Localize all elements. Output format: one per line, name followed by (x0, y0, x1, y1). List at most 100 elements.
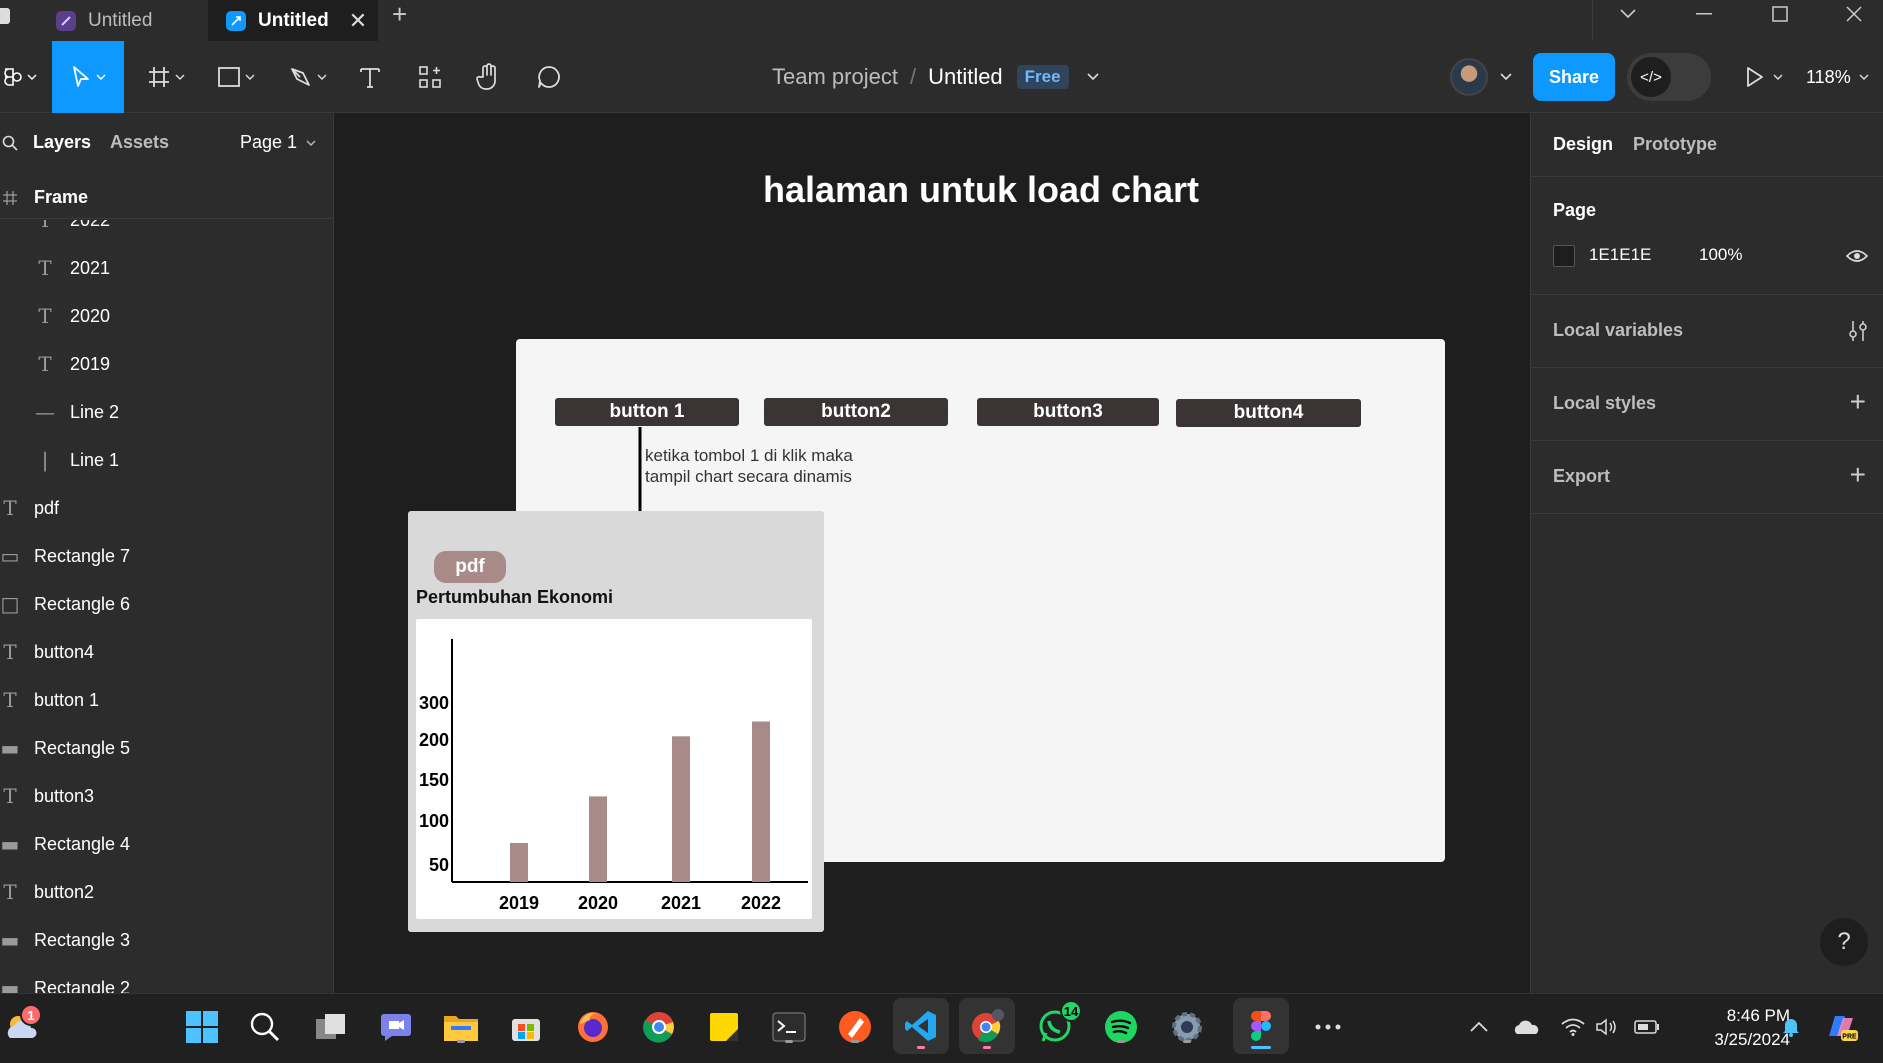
layer-item[interactable]: ▬ Rectangle 5 (0, 724, 333, 772)
close-window-icon[interactable] (1834, 0, 1874, 28)
whatsapp-icon[interactable]: 14 (1034, 1000, 1082, 1048)
layer-item[interactable]: Tbutton3 (0, 772, 333, 820)
weather-icon[interactable]: 1 (2, 1004, 44, 1048)
battery-icon[interactable] (1626, 1006, 1668, 1048)
chrome-profile-icon[interactable] (959, 998, 1015, 1054)
tab-assets[interactable]: Assets (110, 132, 169, 153)
layer-item[interactable]: T 2019 (0, 340, 333, 388)
pen-app-icon[interactable] (834, 1006, 876, 1048)
sticky-notes-icon[interactable] (703, 1006, 745, 1048)
layer-item[interactable]: ▬ Rectangle 4 (0, 820, 333, 868)
button-2[interactable]: button2 (764, 398, 948, 426)
frame-icon (149, 67, 169, 87)
button-1[interactable]: button 1 (555, 398, 739, 426)
move-tool[interactable] (52, 41, 124, 113)
task-view-icon[interactable] (310, 1006, 352, 1048)
page-selector[interactable]: Page 1 (240, 132, 316, 153)
copilot-icon[interactable]: PRE (1820, 1006, 1862, 1048)
add-style-icon[interactable]: + (1850, 388, 1866, 416)
terminal-icon[interactable] (768, 1006, 810, 1048)
windows-start-icon[interactable] (181, 1006, 223, 1048)
comment-tool[interactable] (528, 41, 570, 113)
file-name[interactable]: Untitled (928, 64, 1003, 90)
layer-item[interactable]: □ Rectangle 6 (0, 580, 333, 628)
minimize-icon[interactable] (1684, 0, 1724, 28)
tab-untitled-2[interactable]: Untitled ✕ (208, 0, 378, 41)
resources-tool[interactable] (410, 41, 450, 113)
dev-mode-toggle[interactable]: </> (1627, 53, 1711, 101)
hand-tool[interactable] (468, 41, 510, 113)
add-export-icon[interactable]: + (1850, 461, 1866, 489)
firefox-icon[interactable] (572, 1006, 614, 1048)
tab-design[interactable]: Design (1553, 134, 1613, 155)
layer-item[interactable]: | Line 1 (0, 436, 333, 484)
text-tool[interactable] (350, 41, 390, 113)
tab-untitled-1[interactable]: Untitled (34, 0, 208, 41)
search-icon[interactable] (244, 1006, 286, 1048)
shape-tool[interactable] (210, 41, 262, 113)
pen-tool[interactable] (282, 41, 334, 113)
layer-frame[interactable]: Frame (0, 177, 333, 219)
running-indicator (1183, 1040, 1191, 1043)
vscode-icon[interactable] (893, 998, 949, 1054)
present-button[interactable] (1740, 41, 1788, 113)
canvas[interactable]: halaman untuk load chart button 1 button… (335, 113, 1530, 993)
button-4[interactable]: button4 (1176, 399, 1361, 427)
running-indicator (1117, 1040, 1125, 1043)
local-variables-section[interactable]: Local variables (1531, 295, 1883, 368)
local-styles-section[interactable]: Local styles + (1531, 368, 1883, 441)
layer-item[interactable]: Tbutton 1 (0, 676, 333, 724)
page-opacity[interactable]: 100% (1699, 245, 1742, 265)
layer-item[interactable]: ▭ Rectangle 7 (0, 532, 333, 580)
help-button[interactable]: ? (1820, 918, 1868, 966)
layer-item[interactable]: Tpdf (0, 484, 333, 532)
spotify-icon[interactable] (1100, 1006, 1142, 1048)
layer-item[interactable]: T 2020 (0, 292, 333, 340)
page-color-hex[interactable]: 1E1E1E (1589, 245, 1651, 265)
layer-item[interactable]: ▬ Rectangle 3 (0, 916, 333, 964)
user-menu[interactable] (1450, 53, 1520, 101)
pdf-button[interactable]: pdf (434, 551, 506, 583)
file-explorer-icon[interactable] (440, 1006, 482, 1048)
eye-icon[interactable] (1846, 248, 1868, 264)
layer-item[interactable]: Tbutton4 (0, 628, 333, 676)
onedrive-icon[interactable] (1506, 1006, 1548, 1048)
main-menu-button[interactable] (0, 41, 40, 113)
chevron-up-icon[interactable] (1458, 1006, 1500, 1048)
layer-item[interactable]: Tbutton2 (0, 868, 333, 916)
export-section[interactable]: Export + (1531, 441, 1883, 514)
layer-item[interactable]: ▬ Rectangle 2 (0, 964, 333, 993)
new-tab-button[interactable]: + (392, 0, 407, 29)
chrome-icon[interactable] (638, 1006, 680, 1048)
shape-layer-icon: — (35, 400, 55, 424)
chevron-down-icon[interactable] (1608, 0, 1648, 28)
figma-logo-icon (4, 68, 22, 86)
layer-item[interactable]: — Line 2 (0, 388, 333, 436)
layer-item[interactable]: T 2021 (0, 244, 333, 292)
running-indicator (785, 1040, 793, 1043)
close-tab-icon[interactable]: ✕ (349, 8, 367, 34)
settings-icon[interactable] (1166, 1006, 1208, 1048)
volume-icon[interactable] (1586, 1006, 1628, 1048)
layer-item[interactable]: T 2022 (0, 220, 333, 244)
figma-icon[interactable] (1233, 998, 1289, 1054)
color-swatch[interactable] (1553, 245, 1575, 267)
tab-prototype[interactable]: Prototype (1633, 134, 1717, 155)
search-icon[interactable] (2, 135, 18, 151)
button-3[interactable]: button3 (977, 398, 1159, 426)
team-name[interactable]: Team project (772, 64, 898, 90)
sliders-icon[interactable] (1848, 319, 1868, 343)
tab-layers[interactable]: Layers (33, 132, 91, 153)
home-icon[interactable] (0, 8, 10, 24)
zoom-menu[interactable]: 118% (1806, 41, 1869, 113)
bell-icon[interactable] (1770, 1006, 1812, 1048)
maximize-icon[interactable] (1760, 0, 1800, 28)
chevron-down-icon[interactable] (1087, 73, 1099, 81)
frame-icon (3, 190, 17, 205)
chart-card[interactable]: pdf Pertumbuhan Ekonomi 50 100 150 200 300 20… (408, 511, 824, 932)
store-icon[interactable] (505, 1006, 547, 1048)
share-button[interactable]: Share (1533, 53, 1615, 101)
chat-icon[interactable] (375, 1006, 417, 1048)
more-icon[interactable] (1307, 1006, 1349, 1048)
frame-tool[interactable] (140, 41, 192, 113)
